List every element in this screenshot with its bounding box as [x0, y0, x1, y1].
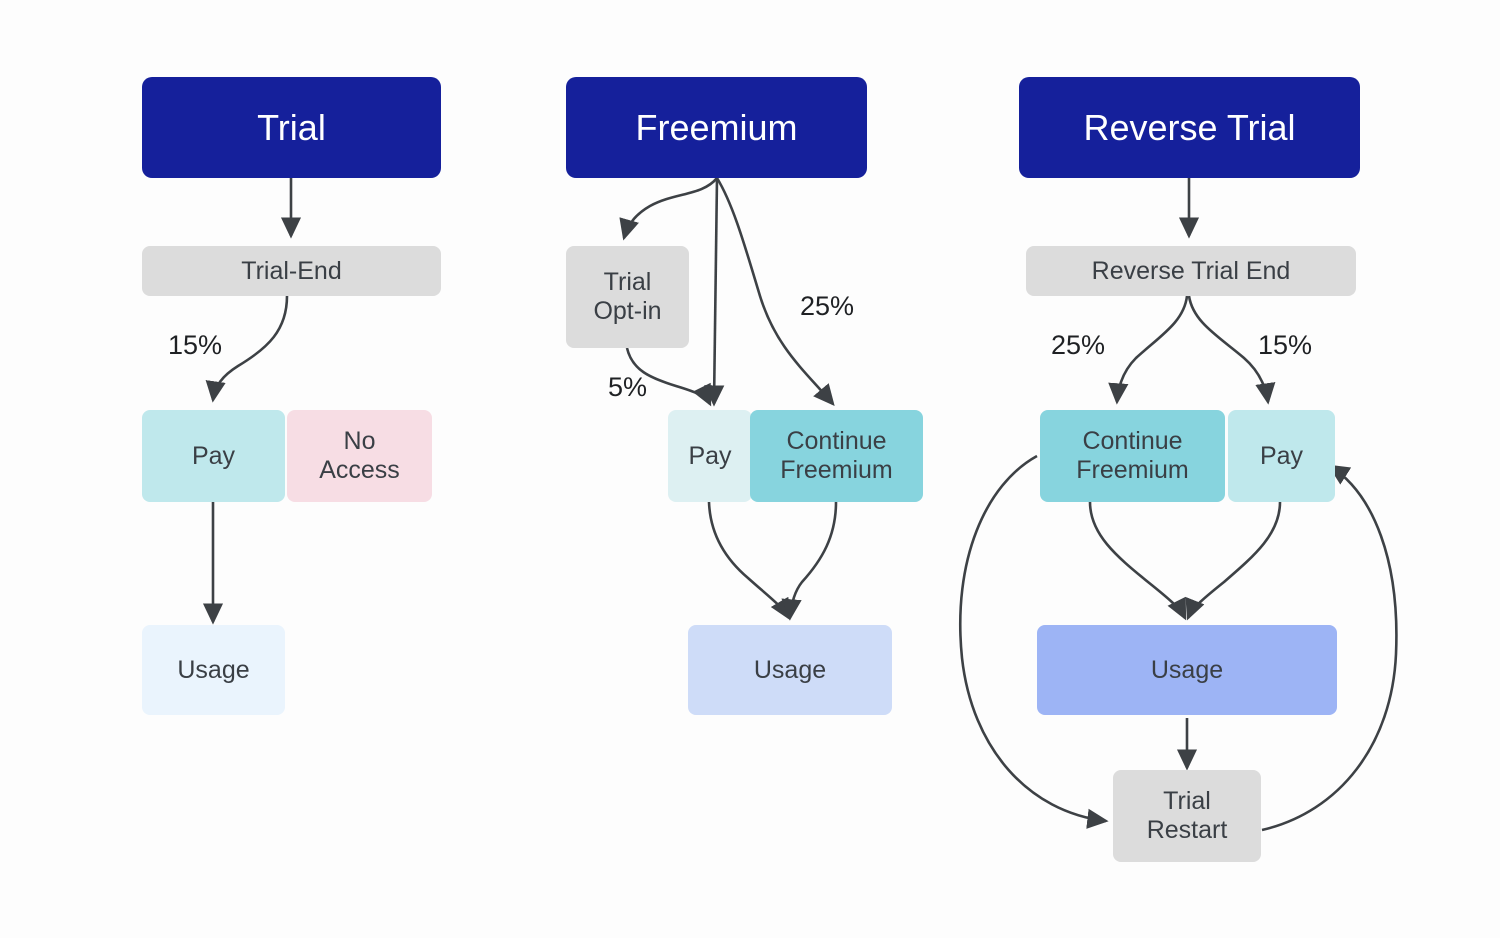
column-header-reverse-trial[interactable]: Reverse Trial — [1019, 77, 1360, 178]
node-trial-no-access[interactable]: No Access — [287, 410, 432, 502]
node-freemium-continue-freemium[interactable]: Continue Freemium — [750, 410, 923, 502]
node-reverse-continue-freemium[interactable]: Continue Freemium — [1040, 410, 1225, 502]
edge-label-rte-to-pay: 15% — [1258, 330, 1313, 360]
edge-label-trial-end-to-pay: 15% — [168, 330, 223, 360]
edge-pay-to-usage — [707, 501, 791, 621]
edge-continue-freemium-to-usage — [1088, 501, 1187, 621]
edge-trial-end-to-pay — [205, 295, 289, 403]
column-header-freemium[interactable]: Freemium — [566, 77, 867, 178]
edge-label-rte-to-continue-freemium: 25% — [1051, 330, 1106, 360]
edge-freemium-to-trial-opt-in — [619, 177, 718, 241]
node-trial-restart[interactable]: Trial Restart — [1113, 770, 1261, 862]
node-trial-pay[interactable]: Pay — [142, 410, 285, 502]
node-reverse-usage[interactable]: Usage — [1037, 625, 1337, 715]
node-freemium-usage[interactable]: Usage — [688, 625, 892, 715]
diagram-canvas: Trial Trial-End Pay No Access Usage 15% … — [0, 0, 1500, 938]
node-trial-end[interactable]: Trial-End — [142, 246, 441, 296]
node-freemium-pay[interactable]: Pay — [668, 410, 752, 502]
node-freemium-trial-opt-in[interactable]: Trial Opt-in — [566, 246, 689, 348]
edge-rte-to-pay — [1187, 295, 1276, 405]
node-trial-usage[interactable]: Usage — [142, 625, 285, 715]
edge-label-trial-opt-in-to-pay: 5% — [608, 372, 648, 402]
edge-rte-to-continue-freemium — [1108, 295, 1189, 405]
node-reverse-pay[interactable]: Pay — [1228, 410, 1335, 502]
edge-continue-freemium-to-usage — [781, 501, 838, 621]
edge-label-freemium-to-continue-freemium: 25% — [800, 291, 855, 321]
edge-freemium-to-pay — [704, 177, 725, 407]
edge-pay-to-usage — [1185, 501, 1282, 621]
node-reverse-trial-end[interactable]: Reverse Trial End — [1026, 246, 1356, 296]
column-header-trial[interactable]: Trial — [142, 77, 441, 178]
